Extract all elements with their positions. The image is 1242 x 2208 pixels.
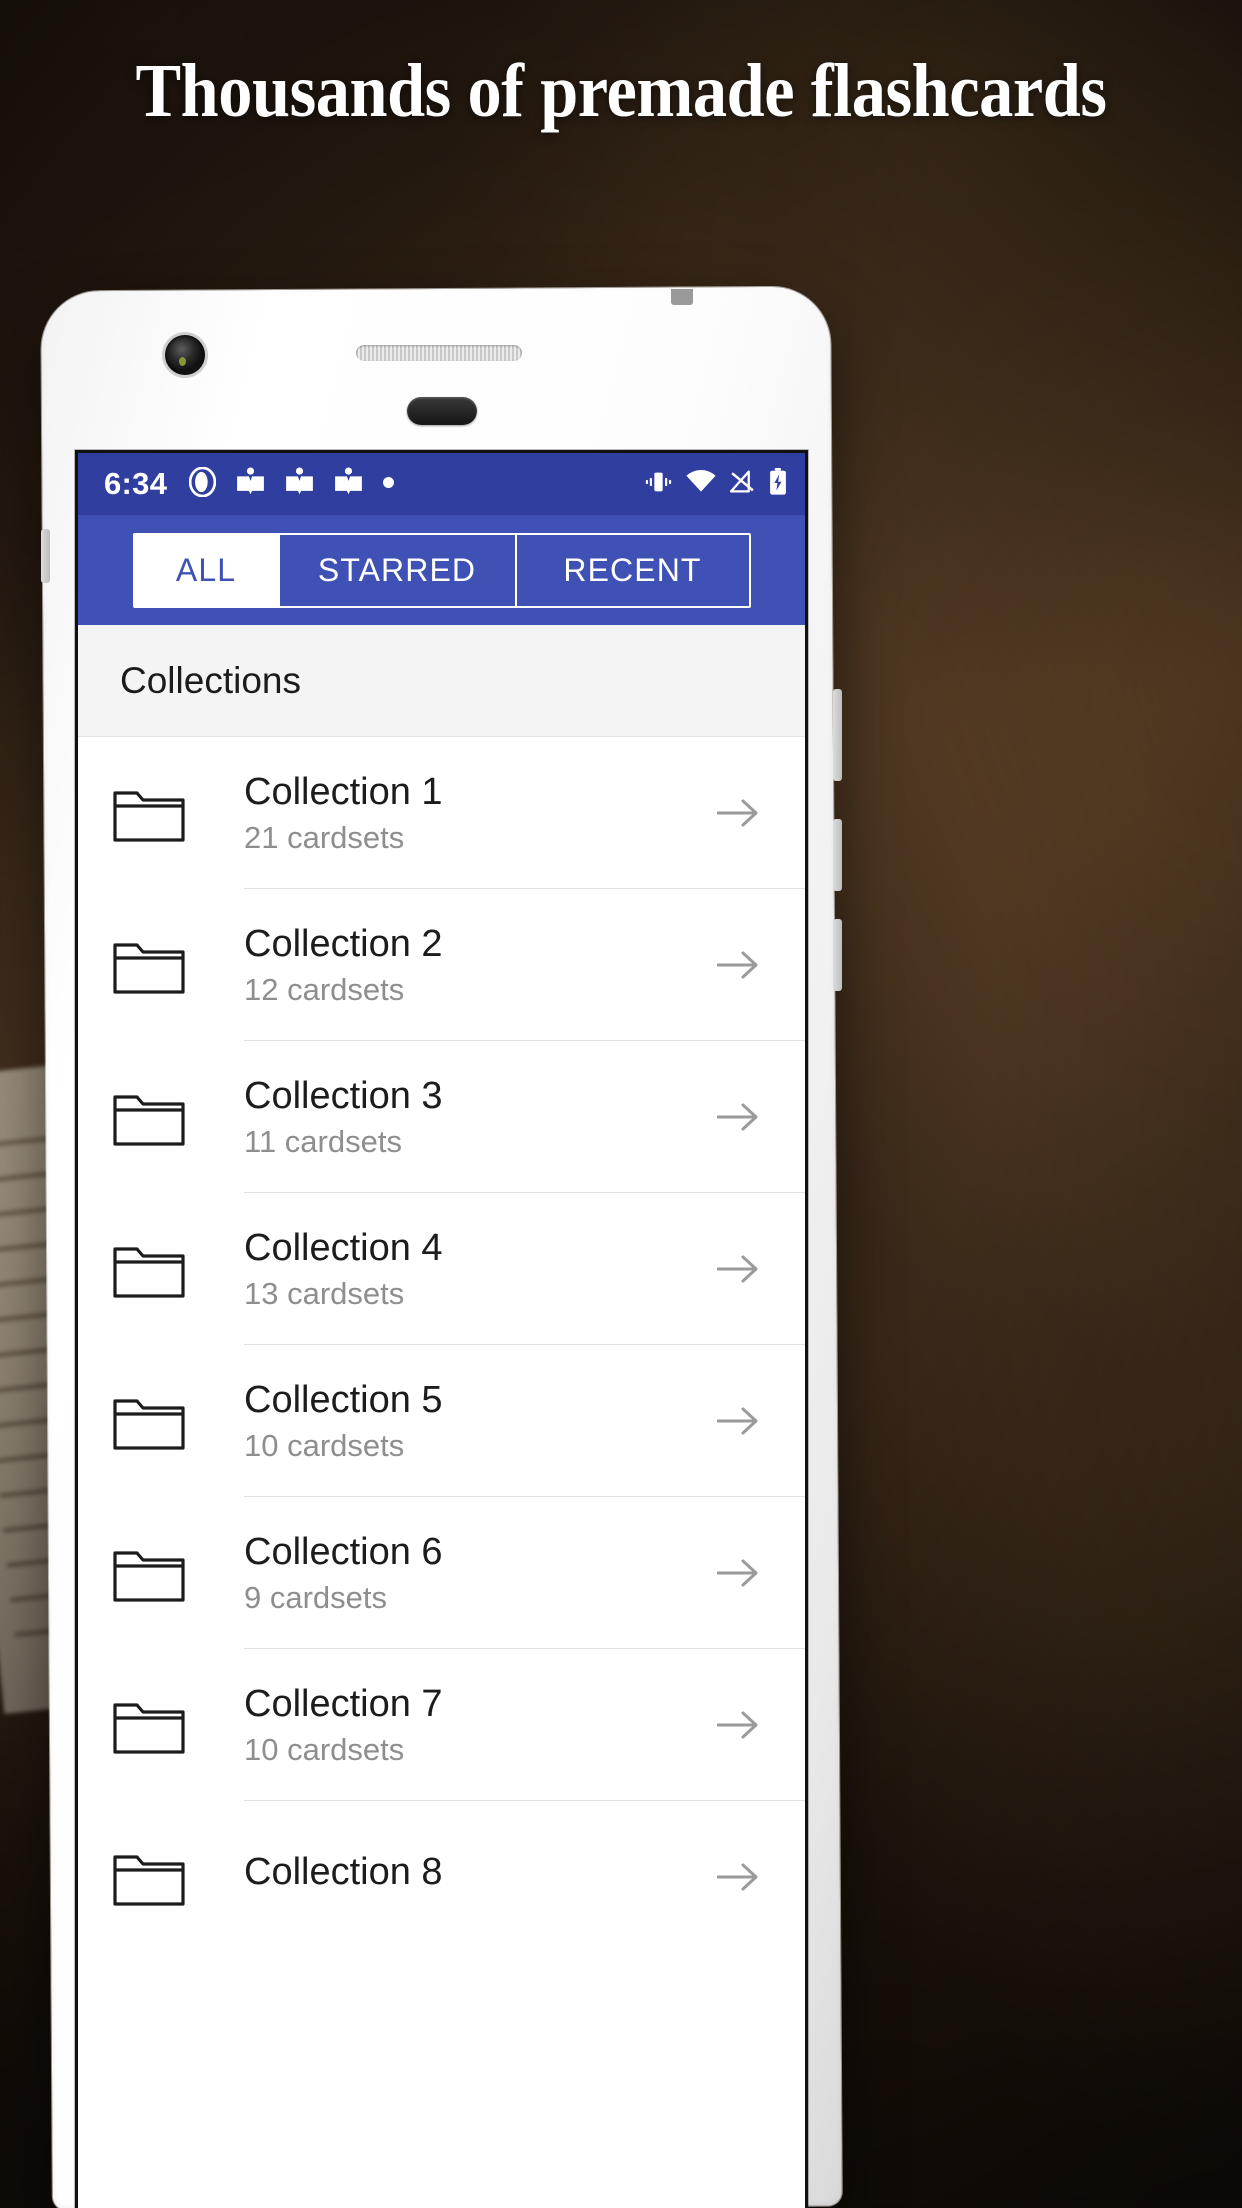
list-item-text: Collection 5 10 cardsets [244,1378,701,1463]
list-item-title: Collection 4 [244,1226,443,1269]
arrow-right-icon[interactable] [701,1557,761,1589]
folder-icon [112,783,244,843]
dot-icon [383,475,395,493]
list-item[interactable]: Collection 4 13 cardsets [78,1193,805,1345]
list-item-title: Collection 2 [244,922,443,965]
folder-icon [112,1087,244,1147]
list-item-text: Collection 7 10 cardsets [244,1682,701,1767]
battery-charging-icon [769,468,787,500]
list-item-text: Collection 4 13 cardsets [244,1226,701,1311]
list-item-subtitle: 12 cardsets [244,971,405,1007]
cell-signal-off-icon [729,470,755,498]
wifi-icon [686,469,716,498]
section-header-collections: Collections [78,625,805,737]
list-item-title: Collection 8 [244,1850,443,1893]
list-item-title: Collection 5 [244,1378,443,1421]
list-item-title: Collection 1 [244,770,443,813]
list-item-subtitle: 13 cardsets [244,1275,405,1311]
collections-list: Collection 1 21 cardsets Collection 2 12… [78,737,805,1953]
arrow-right-icon[interactable] [701,1253,761,1285]
moon-circle-icon [189,466,217,502]
arrow-right-icon[interactable] [701,1709,761,1741]
volume-down-button[interactable] [833,919,842,991]
list-item[interactable]: Collection 7 10 cardsets [78,1649,805,1801]
list-item-subtitle: 9 cardsets [244,1579,388,1615]
open-book-icon [285,467,314,502]
list-item-text: Collection 1 21 cardsets [244,770,701,855]
app-bar: ALL STARRED RECENT [78,515,805,625]
tab-group: ALL STARRED RECENT [132,532,751,608]
volume-up-button[interactable] [833,819,842,891]
vibrate-icon [645,470,672,499]
list-item[interactable]: Collection 6 9 cardsets [78,1497,805,1649]
list-item[interactable]: Collection 8 [78,1801,805,1953]
folder-icon [112,1543,244,1603]
list-item-title: Collection 3 [244,1074,443,1117]
list-item[interactable]: Collection 5 10 cardsets [78,1345,805,1497]
list-item-subtitle: 10 cardsets [244,1427,405,1463]
status-bar-clock: 6:34 [104,466,168,501]
status-bar-notification-icons [189,466,395,502]
list-item-subtitle: 21 cardsets [244,819,405,855]
folder-icon [112,1239,244,1299]
arrow-right-icon[interactable] [701,1861,761,1893]
open-book-icon [334,467,363,502]
open-book-icon [236,467,265,502]
promo-headline: Thousands of premade flashcards [135,49,1107,133]
power-button[interactable] [833,689,842,781]
front-camera-icon [165,335,205,375]
phone-screen: 6:34 ALL STARRED RECENT Collections Coll… [78,453,805,2208]
list-item-text: Collection 8 [244,1850,701,1902]
arrow-right-icon[interactable] [701,797,761,829]
status-bar: 6:34 [78,453,805,515]
list-item-subtitle: 10 cardsets [244,1731,405,1767]
list-item-text: Collection 6 9 cardsets [244,1530,701,1615]
tab-recent[interactable]: RECENT [516,534,749,606]
arrow-right-icon[interactable] [701,949,761,981]
folder-icon [112,1847,244,1907]
folder-icon [112,935,244,995]
arrow-right-icon[interactable] [701,1101,761,1133]
home-button[interactable] [406,397,477,425]
list-item-text: Collection 3 11 cardsets [244,1074,701,1159]
volume-button[interactable] [41,529,50,583]
phone-top-notch [671,289,693,305]
earpiece-speaker [356,345,522,361]
list-item[interactable]: Collection 3 11 cardsets [78,1041,805,1193]
status-bar-system-icons [645,453,787,515]
list-item-title: Collection 6 [244,1530,443,1573]
list-item-title: Collection 7 [244,1682,443,1725]
list-item-text: Collection 2 12 cardsets [244,922,701,1007]
list-item[interactable]: Collection 1 21 cardsets [78,737,805,889]
list-item[interactable]: Collection 2 12 cardsets [78,889,805,1041]
phone-mockup: 6:34 ALL STARRED RECENT Collections Coll… [41,286,842,2208]
list-item-subtitle: 11 cardsets [244,1123,402,1159]
folder-icon [112,1391,244,1451]
folder-icon [112,1695,244,1755]
tab-starred[interactable]: STARRED [279,534,517,606]
arrow-right-icon[interactable] [701,1405,761,1437]
tab-all[interactable]: ALL [134,534,280,606]
